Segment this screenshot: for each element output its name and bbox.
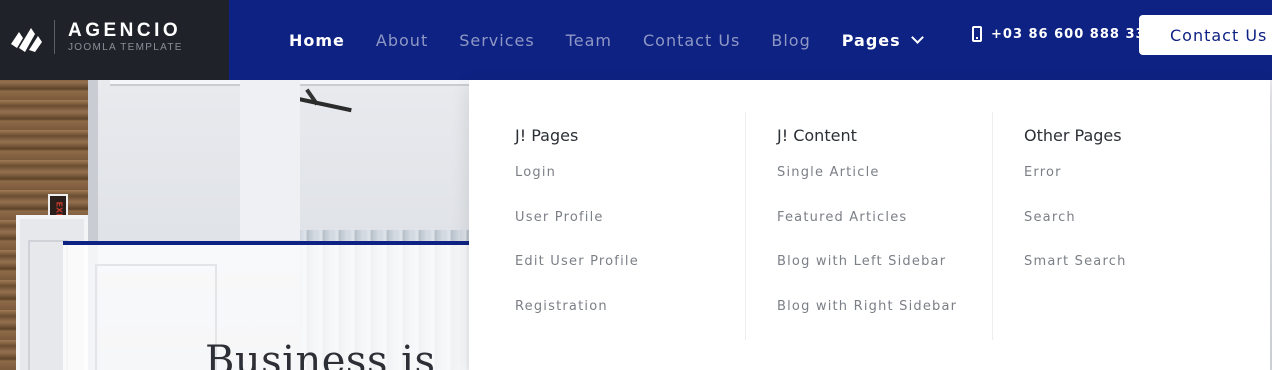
projector — [292, 95, 352, 113]
nav-blog[interactable]: Blog — [771, 31, 810, 50]
column-title: J! Pages — [515, 126, 579, 145]
logo-mark-icon — [11, 28, 42, 52]
link-user-profile[interactable]: User Profile — [515, 208, 745, 253]
dropdown-column-other-pages: Other Pages Error Search Smart Search — [992, 112, 1232, 340]
hero-card-door — [95, 264, 217, 370]
dropdown-column-j-content: J! Content Single Article Featured Artic… — [745, 112, 992, 340]
nav-home[interactable]: Home — [289, 31, 345, 50]
link-blog-left-sidebar[interactable]: Blog with Left Sidebar — [777, 252, 992, 297]
nav-pages[interactable]: Pages — [841, 30, 924, 50]
link-error[interactable]: Error — [1024, 163, 1232, 208]
door-panel — [28, 240, 68, 370]
phone-contact[interactable]: +03 86 600 888 33 — [972, 26, 1146, 42]
exit-sign-text: EXIT — [54, 201, 64, 222]
nav-pages-label: Pages — [841, 30, 901, 50]
contact-us-button[interactable]: Contact Us — [1139, 15, 1272, 55]
wall-panel — [240, 80, 300, 240]
link-smart-search[interactable]: Smart Search — [1024, 252, 1232, 297]
main-nav: Home About Services Team Contact Us Blog… — [289, 0, 953, 80]
chevron-down-icon — [910, 31, 924, 44]
logo-divider — [54, 20, 55, 54]
hero-title: Business is — [205, 338, 436, 370]
link-featured-articles[interactable]: Featured Articles — [777, 208, 992, 253]
site-header: AGENCIO JOOMLA TEMPLATE Home About Servi… — [0, 0, 1272, 80]
dropdown-column-j-pages: J! Pages Login User Profile Edit User Pr… — [515, 112, 745, 340]
brand-name: AGENCIO — [68, 20, 182, 41]
nav-contact-us[interactable]: Contact Us — [643, 31, 740, 50]
column-title: J! Content — [777, 126, 857, 145]
link-search[interactable]: Search — [1024, 208, 1232, 253]
link-registration[interactable]: Registration — [515, 297, 745, 342]
link-blog-right-sidebar[interactable]: Blog with Right Sidebar — [777, 297, 992, 342]
logo[interactable]: AGENCIO JOOMLA TEMPLATE — [0, 0, 229, 80]
nav-about[interactable]: About — [376, 31, 428, 50]
link-single-article[interactable]: Single Article — [777, 163, 992, 208]
link-edit-user-profile[interactable]: Edit User Profile — [515, 252, 745, 297]
phone-number: +03 86 600 888 33 — [991, 26, 1146, 42]
column-title: Other Pages — [1024, 126, 1122, 145]
phone-icon — [972, 26, 982, 42]
brand-tagline: JOOMLA TEMPLATE — [68, 42, 183, 53]
nav-services[interactable]: Services — [459, 31, 534, 50]
pages-dropdown: J! Pages Login User Profile Edit User Pr… — [469, 80, 1270, 370]
link-login[interactable]: Login — [515, 163, 745, 208]
nav-team[interactable]: Team — [566, 31, 612, 50]
